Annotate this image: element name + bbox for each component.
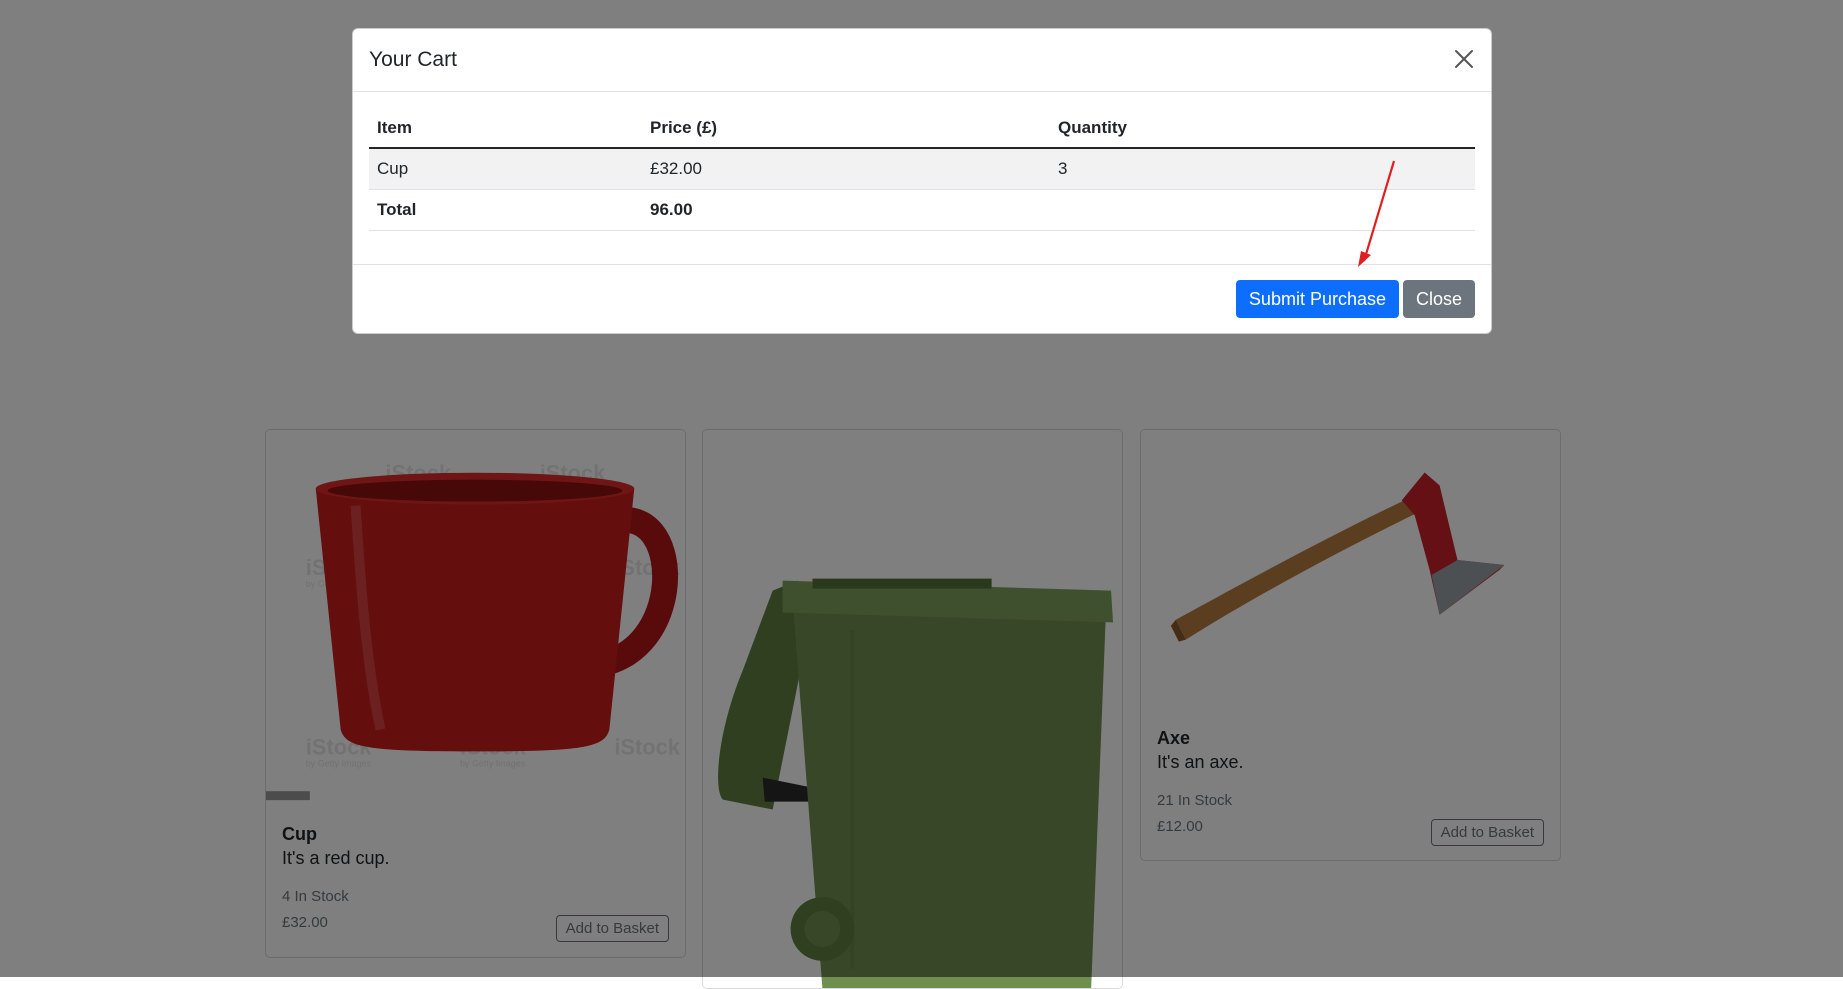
modal-title: Your Cart bbox=[369, 48, 457, 71]
close-icon bbox=[1455, 50, 1473, 68]
cart-modal: Your Cart Item Price (£) Quantity Cup £3… bbox=[352, 28, 1492, 334]
column-header-price: Price (£) bbox=[642, 107, 1050, 149]
modal-footer: Submit Purchase Close bbox=[353, 264, 1491, 335]
cart-item-price: £32.00 bbox=[642, 148, 1050, 190]
cart-item-name: Cup bbox=[369, 148, 642, 190]
cart-item-quantity: 3 bbox=[1050, 148, 1475, 190]
cart-total-empty bbox=[1050, 189, 1475, 231]
cart-total-label: Total bbox=[369, 189, 642, 231]
cart-total-value: 96.00 bbox=[642, 189, 1050, 231]
close-icon-button[interactable] bbox=[1451, 46, 1477, 72]
submit-purchase-button[interactable]: Submit Purchase bbox=[1235, 280, 1399, 318]
close-button[interactable]: Close bbox=[1402, 280, 1475, 318]
column-header-quantity: Quantity bbox=[1050, 107, 1475, 149]
modal-header: Your Cart bbox=[353, 29, 1491, 92]
column-header-item: Item bbox=[369, 107, 642, 149]
table-row: Cup £32.00 3 bbox=[369, 148, 1475, 190]
cart-table-header: Item Price (£) Quantity bbox=[369, 107, 1475, 149]
cart-table: Item Price (£) Quantity Cup £32.00 3 Tot… bbox=[369, 107, 1475, 231]
modal-body: Item Price (£) Quantity Cup £32.00 3 Tot… bbox=[369, 107, 1475, 231]
cart-total-row: Total 96.00 bbox=[369, 189, 1475, 231]
